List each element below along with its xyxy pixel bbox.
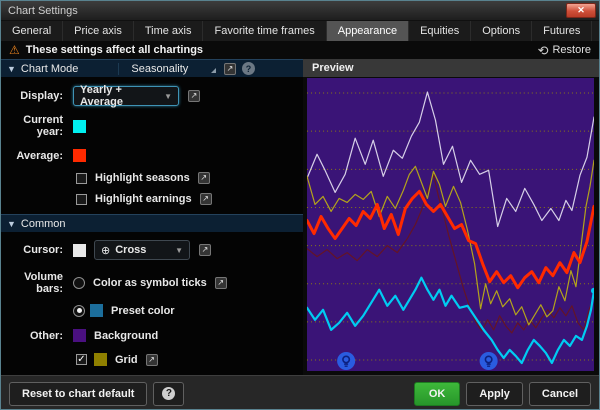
other-row: Other: Background [1, 329, 303, 342]
tab-options[interactable]: Options [471, 21, 532, 41]
highlight-seasons-row: Highlight seasons ↗ [76, 172, 303, 184]
apply-button[interactable]: Apply [466, 382, 523, 406]
common-header-label: Common [21, 218, 66, 230]
average-row: Average: [1, 149, 303, 162]
volume-bars-label: Volume bars: [1, 271, 63, 295]
preview-header-label: Preview [312, 62, 354, 74]
question-mark-icon: ? [162, 387, 175, 400]
color-as-symbol-ticks-label: Color as symbol ticks [93, 277, 207, 289]
highlight-seasons-checkbox[interactable] [76, 173, 87, 184]
preset-color-swatch[interactable] [90, 304, 103, 317]
background-label: Background [94, 330, 158, 342]
chart-settings-window: Chart Settings ✕ GeneralPrice axisTime a… [0, 0, 600, 410]
tab-bar: GeneralPrice axisTime axisFavorite time … [1, 21, 599, 41]
display-dropdown[interactable]: Yearly + Average ▼ [73, 86, 179, 106]
apply-to-all-icon[interactable]: ↗ [188, 90, 200, 102]
close-button[interactable]: ✕ [566, 3, 596, 18]
grid-row: Grid ↗ [76, 353, 303, 366]
restore-history-icon: ⟲ [538, 44, 549, 57]
chevron-down-icon: ▼ [7, 219, 16, 229]
chart-mode-header-label: Chart Mode [21, 63, 78, 75]
settings-panel: ▼ Chart Mode Seasonality ↗ ? Display: Ye… [1, 59, 303, 375]
apply-to-all-icon[interactable]: ↗ [146, 354, 158, 366]
crosshair-icon: ⊕ [101, 244, 110, 257]
tab-equities[interactable]: Equities [409, 21, 471, 41]
chevron-down-icon: ▼ [164, 92, 172, 101]
restore-label: Restore [552, 44, 591, 56]
window-title: Chart Settings [8, 5, 566, 17]
close-icon: ✕ [577, 5, 585, 16]
current-year-row: Current year: [1, 114, 303, 138]
preview-chart-svg [307, 78, 594, 371]
chevron-down-icon: ▼ [7, 64, 16, 74]
ok-button[interactable]: OK [414, 382, 461, 406]
cancel-button[interactable]: Cancel [529, 382, 591, 406]
current-year-label: Current year: [1, 114, 63, 138]
earnings-bulb-icon[interactable] [337, 352, 355, 370]
preset-color-radio[interactable] [73, 305, 85, 317]
reset-to-chart-default-button[interactable]: Reset to chart default [9, 382, 147, 406]
main-area: ▼ Chart Mode Seasonality ↗ ? Display: Ye… [1, 59, 599, 375]
restore-button[interactable]: ⟲ Restore [538, 44, 591, 57]
volume-bars-row-1: Volume bars: Color as symbol ticks ↗ [1, 271, 303, 295]
highlight-earnings-row: Highlight earnings ↗ [76, 193, 303, 205]
average-label: Average: [1, 150, 63, 162]
tab-futures[interactable]: Futures [532, 21, 592, 41]
apply-to-all-icon[interactable]: ↗ [200, 193, 212, 205]
highlight-earnings-label: Highlight earnings [95, 193, 192, 205]
apply-to-all-icon[interactable]: ↗ [199, 244, 211, 256]
warning-bar: ⚠ These settings affect all chartings ⟲ … [1, 41, 599, 59]
help-button[interactable]: ? [153, 382, 184, 406]
chart-mode-section-header[interactable]: ▼ Chart Mode Seasonality ↗ ? [1, 59, 303, 77]
chart-mode-selector[interactable]: Seasonality [118, 63, 188, 75]
tab-general[interactable]: General [1, 21, 63, 41]
warning-text: These settings affect all chartings [26, 44, 538, 56]
cursor-label: Cursor: [1, 244, 63, 256]
help-icon[interactable]: ? [242, 62, 255, 75]
footer-bar: Reset to chart default ? OK Apply Cancel [1, 375, 599, 410]
apply-to-all-icon[interactable]: ↗ [198, 172, 210, 184]
warning-icon: ⚠ [9, 44, 20, 56]
apply-to-all-icon[interactable]: ↗ [224, 63, 236, 75]
color-as-symbol-ticks-radio[interactable] [73, 277, 85, 289]
cursor-row: Cursor: ⊕ Cross ▼ ↗ [1, 240, 303, 260]
preview-chart-area [303, 77, 599, 375]
tab-price-axis[interactable]: Price axis [63, 21, 134, 41]
grid-checkbox[interactable] [76, 354, 87, 365]
dropdown-corner-icon [211, 68, 216, 73]
earnings-bulb-icon[interactable] [480, 352, 498, 370]
highlight-earnings-checkbox[interactable] [76, 194, 87, 205]
volume-bars-row-2: Preset color [73, 304, 303, 317]
preview-panel: Preview [303, 59, 599, 375]
title-bar[interactable]: Chart Settings ✕ [1, 1, 599, 21]
cursor-color-swatch[interactable] [73, 244, 86, 257]
background-color-swatch[interactable] [73, 329, 86, 342]
tab-time-axis[interactable]: Time axis [134, 21, 204, 41]
apply-to-all-icon[interactable]: ↗ [215, 277, 227, 289]
tab-appearance[interactable]: Appearance [327, 21, 409, 41]
grid-color-swatch[interactable] [94, 353, 107, 366]
common-section-header[interactable]: ▼ Common [1, 214, 303, 232]
highlight-seasons-label: Highlight seasons [95, 172, 190, 184]
tab-forex[interactable]: Forex [592, 21, 600, 41]
display-label: Display: [1, 90, 63, 102]
display-row: Display: Yearly + Average ▼ ↗ [1, 86, 303, 106]
preview-header: Preview [303, 59, 599, 77]
other-label: Other: [1, 330, 63, 342]
preset-color-label: Preset color [111, 305, 175, 317]
current-year-color-swatch[interactable] [73, 120, 86, 133]
average-color-swatch[interactable] [73, 149, 86, 162]
grid-label: Grid [115, 354, 138, 366]
chevron-down-icon: ▼ [175, 246, 183, 255]
tab-favorite-time-frames[interactable]: Favorite time frames [203, 21, 326, 41]
cursor-style-dropdown[interactable]: ⊕ Cross ▼ [94, 240, 190, 260]
